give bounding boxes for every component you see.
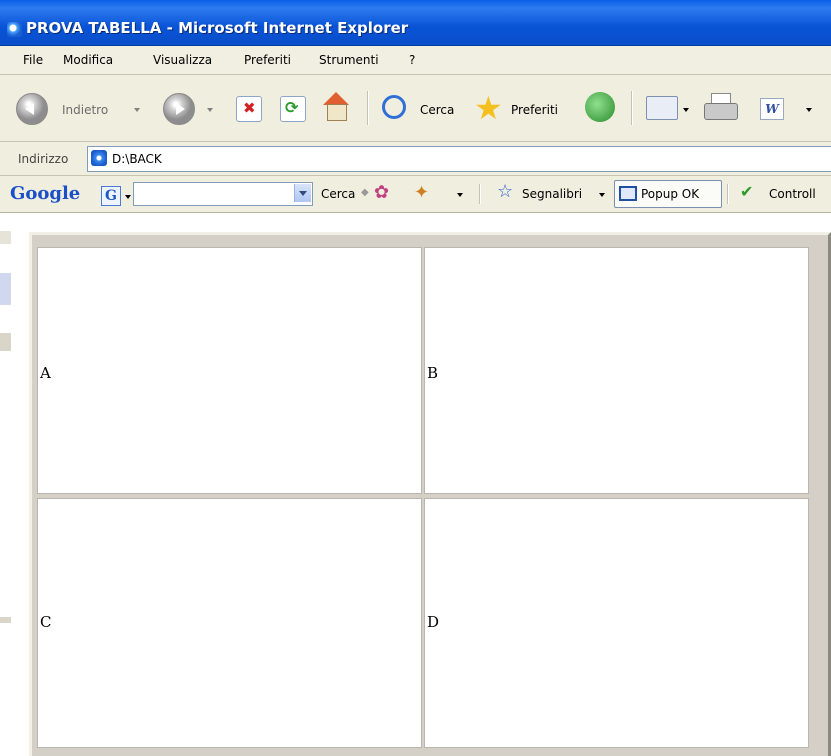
- page-content: A B C D: [11, 213, 831, 756]
- google-search-input[interactable]: [133, 182, 313, 206]
- cell-c-text: C: [40, 613, 52, 631]
- address-field[interactable]: D:\BACK: [87, 146, 831, 172]
- back-button[interactable]: Indietro: [62, 103, 108, 117]
- title-bar: PROVA TABELLA - Microsoft Internet Explo…: [0, 0, 831, 46]
- menu-preferiti[interactable]: Preferiti: [244, 53, 291, 67]
- search-icon[interactable]: [382, 95, 406, 119]
- menu-strumenti[interactable]: Strumenti: [319, 53, 379, 67]
- favorites-icon[interactable]: ★: [474, 89, 503, 127]
- mail-dropdown-icon[interactable]: [683, 108, 689, 112]
- menu-modifica[interactable]: Modifica: [63, 53, 113, 67]
- bookmarks-button[interactable]: Segnalibri: [522, 187, 582, 201]
- word-dropdown-icon[interactable]: [806, 108, 812, 112]
- search-button[interactable]: Cerca: [420, 103, 454, 117]
- menu-help[interactable]: ?: [409, 53, 415, 67]
- toolbar-separator: [631, 91, 633, 125]
- refresh-icon[interactable]: ⟳: [280, 96, 306, 122]
- google-search-button[interactable]: Cerca: [321, 187, 355, 201]
- page-icon: [91, 150, 107, 166]
- cell-d-text: D: [427, 613, 440, 631]
- address-value[interactable]: D:\BACK: [112, 152, 162, 166]
- favorites-button[interactable]: Preferiti: [511, 103, 558, 117]
- news-dropdown-icon[interactable]: [457, 193, 463, 197]
- table-cell-a: A: [37, 247, 422, 494]
- toolbar-separator: [727, 184, 729, 204]
- stop-icon[interactable]: ✖: [236, 96, 262, 122]
- menu-bar: File Modifica Visualizza Preferiti Strum…: [0, 46, 831, 75]
- address-label: Indirizzo: [18, 152, 69, 166]
- history-icon[interactable]: [585, 92, 615, 122]
- address-bar: Indirizzo D:\BACK: [0, 142, 831, 176]
- menu-visualizza[interactable]: Visualizza: [153, 53, 212, 67]
- menu-file[interactable]: File: [23, 53, 43, 67]
- back-dropdown-icon[interactable]: [134, 108, 140, 112]
- popup-blocker-button[interactable]: Popup OK: [614, 180, 722, 208]
- popup-icon: [619, 186, 637, 201]
- standard-toolbar: Indietro ✖ ⟳ Cerca ★ Preferiti W: [0, 75, 831, 142]
- popup-label: Popup OK: [641, 187, 700, 201]
- cell-a-text: A: [40, 364, 51, 382]
- spellcheck-button[interactable]: Controll: [769, 187, 816, 201]
- google-menu-dropdown-icon[interactable]: [125, 195, 131, 199]
- back-icon[interactable]: [16, 93, 48, 125]
- window-title: PROVA TABELLA - Microsoft Internet Explo…: [26, 19, 409, 37]
- table-cell-b: B: [424, 247, 809, 494]
- data-table: A B C D: [29, 232, 831, 756]
- table-cell-d: D: [424, 498, 809, 748]
- ie-icon: [7, 22, 22, 37]
- forward-dropdown-icon[interactable]: [207, 108, 213, 112]
- print-icon[interactable]: [704, 93, 738, 123]
- table-cell-c: C: [37, 498, 422, 748]
- cell-b-text: B: [427, 364, 439, 382]
- forward-icon[interactable]: [163, 93, 195, 125]
- bookmarks-dropdown-icon[interactable]: [599, 193, 605, 197]
- bookmark-star-icon[interactable]: ☆: [497, 181, 513, 202]
- google-search-dropdown-icon[interactable]: [294, 184, 311, 202]
- home-icon[interactable]: [321, 92, 351, 122]
- google-logo[interactable]: Google: [10, 183, 80, 204]
- pagerank-icon[interactable]: ✿: [374, 182, 389, 203]
- word-icon[interactable]: W: [760, 98, 784, 120]
- news-icon[interactable]: ✦: [414, 182, 429, 203]
- spellcheck-icon[interactable]: ✔: [740, 182, 753, 201]
- toolbar-handle-icon: ◆: [361, 187, 369, 198]
- toolbar-separator: [479, 184, 481, 204]
- mail-icon[interactable]: [646, 96, 678, 120]
- toolbar-separator: [367, 91, 369, 125]
- google-g-icon[interactable]: G: [101, 186, 121, 206]
- google-toolbar: Google G Cerca ◆ ✿ ✦ ☆ Segnalibri Popup …: [0, 176, 831, 213]
